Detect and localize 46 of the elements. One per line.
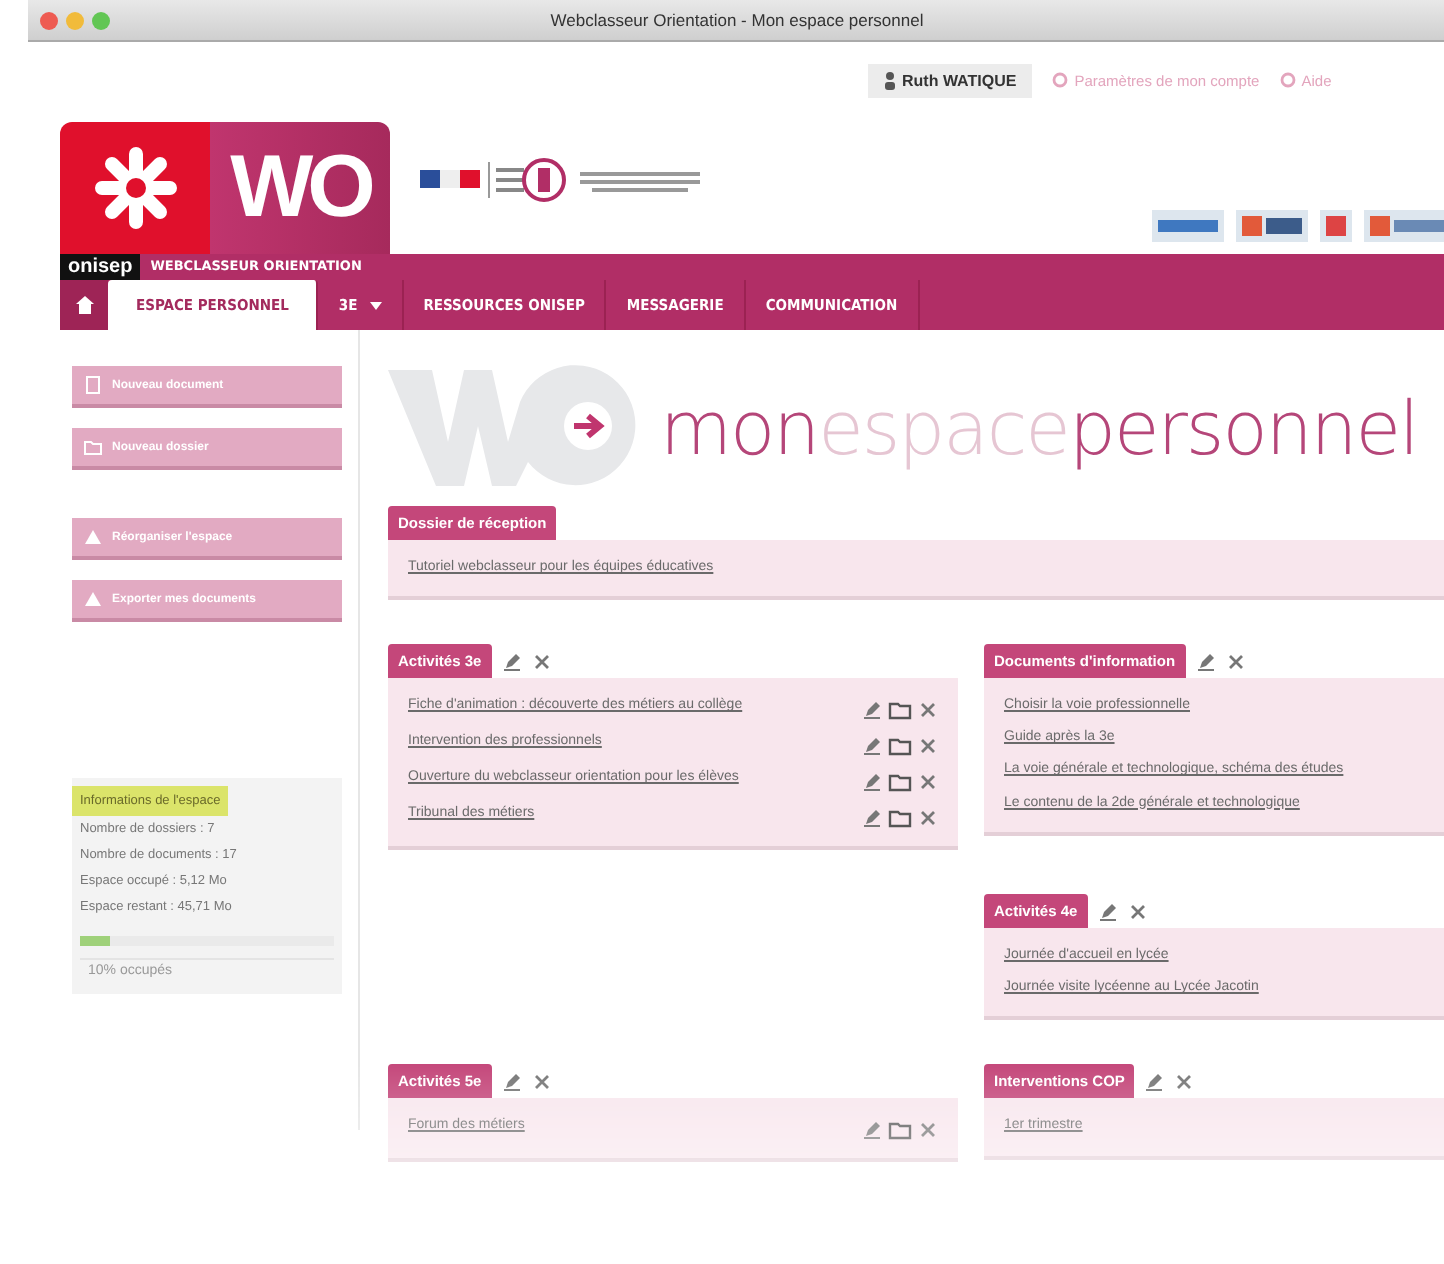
close-icon[interactable] bbox=[918, 735, 938, 756]
folder-icon[interactable] bbox=[888, 806, 912, 829]
user-button[interactable]: Ruth WATIQUE bbox=[868, 63, 1033, 97]
partner-logo-icon bbox=[1236, 210, 1308, 242]
close-icon[interactable] bbox=[918, 1119, 938, 1140]
folder-icon bbox=[84, 438, 102, 456]
edit-icon[interactable] bbox=[1097, 900, 1118, 923]
folder-icon[interactable] bbox=[888, 698, 912, 721]
brand-name: onisep bbox=[60, 254, 141, 280]
close-icon[interactable] bbox=[1174, 1071, 1195, 1092]
edit-icon[interactable] bbox=[862, 806, 882, 829]
folder-icon[interactable] bbox=[888, 770, 912, 793]
close-icon[interactable] bbox=[1225, 651, 1246, 672]
window-title: Webclasseur Orientation - Mon espace personnel bbox=[548, 10, 926, 30]
close-icon[interactable] bbox=[918, 699, 938, 720]
edit-icon[interactable] bbox=[862, 770, 882, 793]
heading-word: personnel bbox=[1068, 385, 1418, 471]
folder-icon[interactable] bbox=[888, 734, 912, 757]
partner-logo-icon bbox=[1320, 210, 1352, 242]
caret-icon bbox=[369, 301, 382, 309]
partner-logo-icon bbox=[1152, 210, 1224, 242]
heading-word: espace bbox=[818, 385, 1069, 471]
edit-icon[interactable] bbox=[501, 1070, 522, 1093]
user-icon bbox=[884, 71, 896, 89]
heading-word: mon bbox=[660, 385, 819, 471]
close-icon[interactable] bbox=[1127, 901, 1148, 922]
home-button[interactable] bbox=[60, 280, 108, 330]
close-icon[interactable] bbox=[918, 807, 938, 828]
document-icon bbox=[84, 376, 102, 394]
home-icon bbox=[75, 296, 93, 314]
close-icon[interactable] bbox=[531, 1071, 552, 1092]
triangle-icon bbox=[84, 590, 102, 608]
partner-logo-icon bbox=[1364, 210, 1444, 242]
edit-icon[interactable] bbox=[1144, 1070, 1165, 1093]
edit-icon[interactable] bbox=[862, 734, 882, 757]
user-name: Ruth WATIQUE bbox=[902, 71, 1017, 89]
asterisk-logo-icon bbox=[91, 144, 179, 232]
logo-mark: WO bbox=[210, 122, 390, 254]
folder-icon[interactable] bbox=[888, 1118, 912, 1141]
edit-icon[interactable] bbox=[1195, 650, 1216, 673]
edit-icon[interactable] bbox=[862, 1118, 882, 1141]
triangle-icon bbox=[84, 528, 102, 546]
edit-icon[interactable] bbox=[501, 650, 522, 673]
edit-icon[interactable] bbox=[862, 698, 882, 721]
close-icon[interactable] bbox=[531, 651, 552, 672]
close-icon[interactable] bbox=[918, 771, 938, 792]
